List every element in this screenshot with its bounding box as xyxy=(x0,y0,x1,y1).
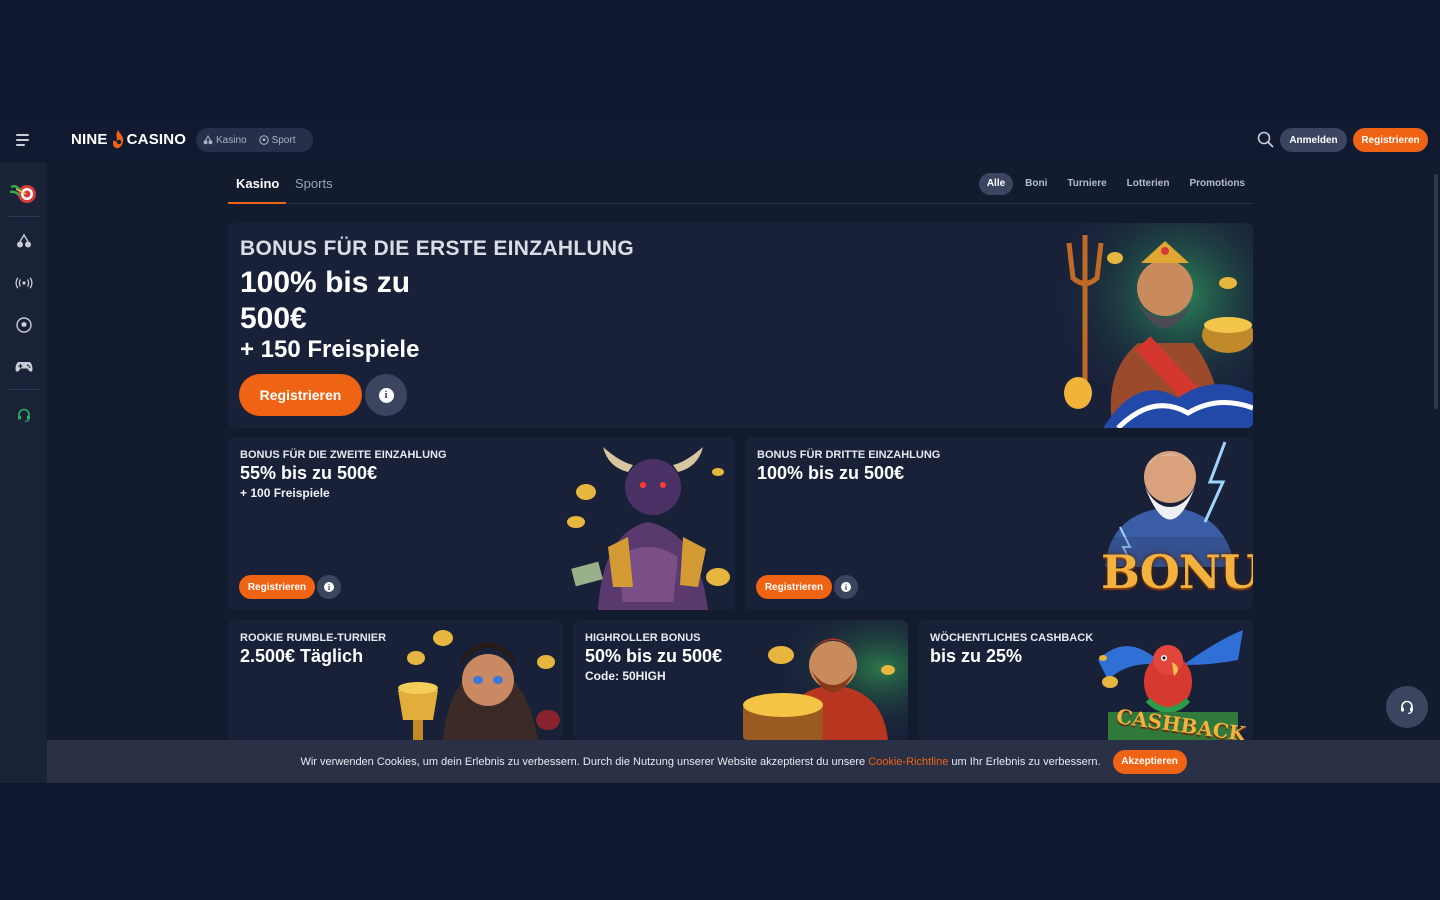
active-tab-underline xyxy=(228,202,286,204)
casino-app: NINE CASINO Kasino Sport Anmelden Regist… xyxy=(0,119,1440,783)
hero-headline: 100% bis zu 500€ xyxy=(240,266,411,335)
filter-lotterien[interactable]: Lotterien xyxy=(1119,173,1178,195)
card-info-button[interactable]: i xyxy=(834,575,858,599)
page-scrollbar[interactable] xyxy=(1434,174,1438,409)
cookie-banner: Wir verwenden Cookies, um dein Erlebnis … xyxy=(47,740,1440,783)
hero-eyebrow: BONUS FÜR DIE ERSTE EINZAHLUNG xyxy=(240,237,635,260)
cookie-accept-button[interactable]: Akzeptieren xyxy=(1112,749,1187,774)
promo-card-weekly-cashback: WÖCHENTLICHES CASHBACK bis zu 25% CASHBA… xyxy=(918,620,1253,740)
sidebar-divider xyxy=(8,389,40,390)
card-eyebrow: HIGHROLLER BONUS xyxy=(585,632,701,644)
promo-icon[interactable] xyxy=(8,178,38,208)
live-broadcast-icon[interactable] xyxy=(12,271,36,295)
promo-card-highroller: HIGHROLLER BONUS 50% bis zu 500€ Code: 5… xyxy=(573,620,908,740)
filter-turniere[interactable]: Turniere xyxy=(1059,173,1114,195)
mode-sport[interactable]: Sport xyxy=(258,134,296,146)
card-headline: 2.500€ Täglich xyxy=(240,646,364,666)
soccer-ball-icon[interactable] xyxy=(12,313,36,337)
card-code: Code: 50HIGH xyxy=(585,669,666,683)
tab-sports[interactable]: Sports xyxy=(295,176,333,191)
card-headline: 50% bis zu 500€ xyxy=(585,646,723,666)
login-button[interactable]: Anmelden xyxy=(1280,128,1347,152)
highroller-illustration xyxy=(733,620,908,740)
filter-boni[interactable]: Boni xyxy=(1017,173,1055,195)
filter-alle[interactable]: Alle xyxy=(978,173,1014,195)
hero-info-button[interactable]: i xyxy=(365,374,407,416)
headset-icon xyxy=(1401,700,1413,714)
promo-card-rookie-tournament: ROOKIE RUMBLE-TURNIER 2.500€ Täglich xyxy=(228,620,563,740)
cookie-text: Wir verwenden Cookies, um dein Erlebnis … xyxy=(300,756,1100,768)
support-chat-button[interactable] xyxy=(1386,686,1428,728)
card-eyebrow: WÖCHENTLICHES CASHBACK xyxy=(930,632,1094,644)
card-register-button[interactable]: Registrieren xyxy=(239,575,315,599)
card-info-button[interactable]: i xyxy=(317,575,341,599)
cookie-text-after: um Ihr Erlebnis zu verbessern. xyxy=(948,755,1101,768)
hero-subline: + 150 Freispiele xyxy=(240,336,420,363)
card-eyebrow: BONUS FÜR DIE ZWEITE EINZAHLUNG xyxy=(240,449,447,461)
minotaur-illustration xyxy=(558,437,735,610)
info-icon: i xyxy=(324,582,334,592)
hero-banner: BONUS FÜR DIE ERSTE EINZAHLUNG 100% bis … xyxy=(228,223,1253,428)
info-icon: i xyxy=(378,387,394,403)
sidebar-divider xyxy=(8,216,40,217)
info-icon: i xyxy=(841,582,851,592)
category-tabs: Kasino Sports Alle Boni Turniere Lotteri… xyxy=(228,162,1253,204)
zeus-illustration: BONUS xyxy=(1075,437,1253,610)
card-headline: bis zu 25% xyxy=(930,646,1023,666)
card-headline: 55% bis zu 500€ xyxy=(240,463,378,483)
cherry-icon xyxy=(203,135,213,145)
card-headline: 100% bis zu 500€ xyxy=(757,463,905,483)
support-headset-icon[interactable] xyxy=(12,403,36,427)
card-eyebrow: BONUS FÜR DRITTE EINZAHLUNG xyxy=(757,449,941,461)
promo-card-second-deposit: BONUS FÜR DIE ZWEITE EINZAHLUNG 55% bis … xyxy=(228,437,735,610)
poseidon-illustration xyxy=(1043,223,1253,428)
cookie-policy-link[interactable]: Cookie-Richtline xyxy=(868,756,948,768)
hero-register-button[interactable]: Registrieren xyxy=(239,374,362,416)
filter-pills: Alle Boni Turniere Lotterien Promotions xyxy=(978,173,1253,195)
tab-kasino[interactable]: Kasino xyxy=(236,176,279,191)
mode-kasino-label: Kasino xyxy=(216,134,247,146)
card-register-button[interactable]: Registrieren xyxy=(756,575,832,599)
rookie-illustration xyxy=(388,620,563,740)
card-subline: + 100 Freispiele xyxy=(240,486,330,500)
sidebar xyxy=(0,162,47,783)
mode-kasino[interactable]: Kasino xyxy=(203,135,247,146)
bonus-art-text: BONUS xyxy=(1101,545,1253,599)
top-header: NINE CASINO Kasino Sport Anmelden Regist… xyxy=(0,119,1440,162)
promo-card-third-deposit: BONUS FÜR DRITTE EINZAHLUNG 100% bis zu … xyxy=(745,437,1253,610)
parrot-illustration: CASHBACK xyxy=(1088,620,1253,740)
search-icon[interactable] xyxy=(1257,131,1274,148)
mode-sport-label: Sport xyxy=(271,134,296,146)
cherry-icon[interactable] xyxy=(12,229,36,253)
register-button-header[interactable]: Registrieren xyxy=(1353,128,1428,152)
brand-logo[interactable]: NINE CASINO xyxy=(71,129,187,148)
filter-promotions[interactable]: Promotions xyxy=(1181,173,1253,195)
hamburger-menu-icon[interactable] xyxy=(16,134,31,146)
brand-name-right: CASINO xyxy=(126,131,187,148)
gamepad-icon[interactable] xyxy=(12,355,36,379)
soccer-ball-icon xyxy=(258,135,269,145)
mode-switch: Kasino Sport xyxy=(196,128,313,152)
card-eyebrow: ROOKIE RUMBLE-TURNIER xyxy=(240,632,387,644)
flame-logo-icon xyxy=(111,129,124,148)
cookie-text-before: Wir verwenden Cookies, um dein Erlebnis … xyxy=(300,755,869,768)
brand-name-left: NINE xyxy=(71,131,108,148)
